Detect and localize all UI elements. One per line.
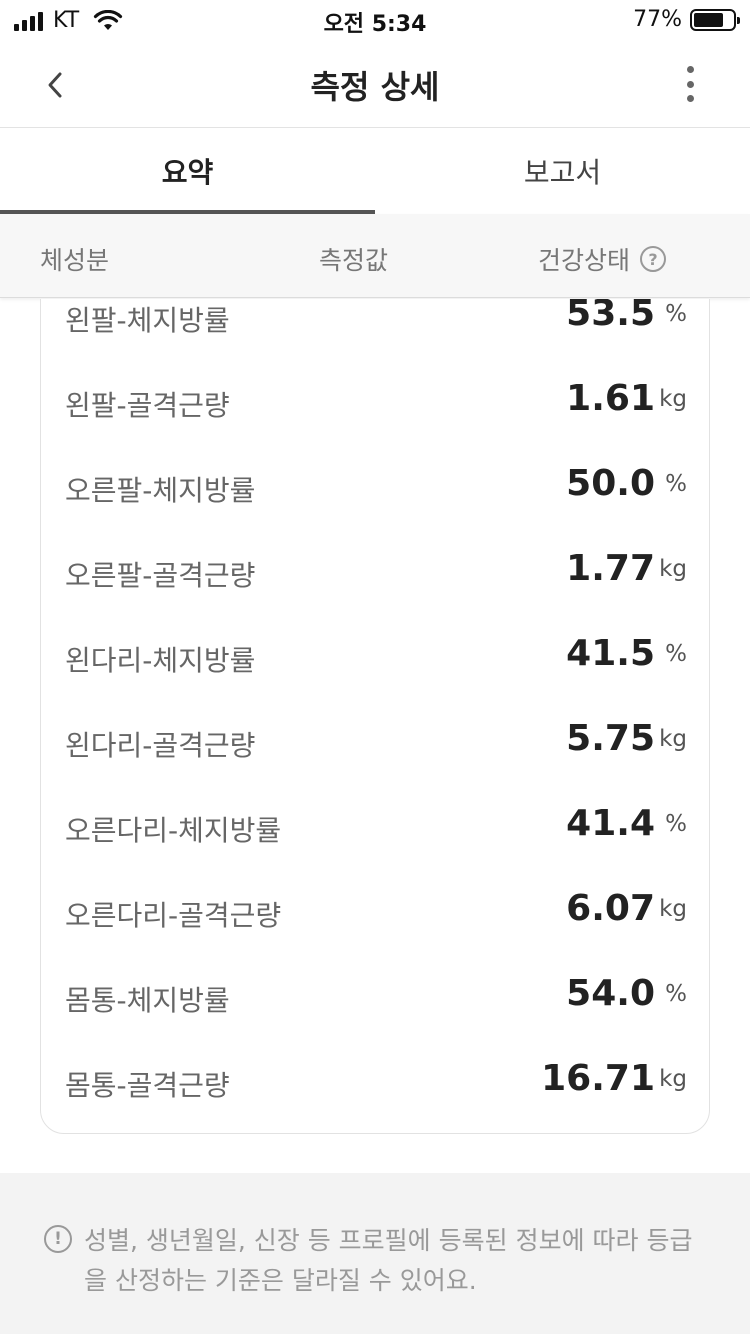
column-header: 체성분 측정값 건강상태 ? <box>0 214 750 298</box>
tab-summary[interactable]: 요약 <box>0 128 375 214</box>
more-dot-icon <box>686 80 694 88</box>
row-value: 41.5 <box>566 633 655 674</box>
row-unit: % <box>665 471 687 497</box>
tab-report[interactable]: 보고서 <box>375 128 750 214</box>
row-label: 오른다리-체지방률 <box>65 814 282 847</box>
battery-icon <box>690 8 740 31</box>
row-unit: % <box>665 641 687 667</box>
row-label: 오른다리-골격근량 <box>65 899 282 932</box>
page-title: 측정 상세 <box>310 68 440 106</box>
row-value: 50.0 <box>566 463 655 504</box>
list-item: 왼팔-체지방률 53.5 % <box>65 299 687 360</box>
row-unit: % <box>665 301 687 327</box>
list-item: 오른다리-체지방률 41.4 % <box>65 785 687 870</box>
row-unit: kg <box>659 1066 687 1092</box>
row-value: 5.75 <box>566 718 655 759</box>
row-value: 53.5 <box>566 299 655 334</box>
notice-box: ! 성별, 생년월일, 신장 등 프로필에 등록된 정보에 따라 등급을 산정하… <box>0 1173 750 1334</box>
row-label: 왼팔-골격근량 <box>65 389 230 422</box>
list-item: 몸통-체지방률 54.0 % <box>65 955 687 1040</box>
row-label: 왼다리-골격근량 <box>65 729 256 762</box>
row-value: 16.71 <box>541 1058 655 1099</box>
row-value: 1.77 <box>566 548 655 589</box>
row-unit: kg <box>659 386 687 412</box>
list-item: 왼팔-골격근량 1.61 kg <box>65 360 687 445</box>
row-label: 왼팔-체지방률 <box>65 304 230 337</box>
row-unit: % <box>665 811 687 837</box>
column-measured-value: 측정값 <box>319 246 389 275</box>
more-dot-icon <box>686 66 694 73</box>
list-item: 왼다리-골격근량 5.75 kg <box>65 700 687 785</box>
column-body-composition: 체성분 <box>40 246 110 275</box>
row-label: 몸통-골격근량 <box>65 1069 230 1102</box>
row-unit: kg <box>659 726 687 752</box>
row-label: 왼다리-체지방률 <box>65 644 256 677</box>
row-value: 54.0 <box>566 973 655 1014</box>
row-label: 오른팔-체지방률 <box>65 474 256 507</box>
column-health-label: 건강상태 <box>538 246 631 275</box>
more-options-button[interactable] <box>670 64 710 104</box>
list-item: 몸통-골격근량 16.71 kg <box>65 1040 687 1125</box>
help-icon[interactable]: ? <box>640 246 667 272</box>
measurement-list[interactable]: 왼팔-체지방률 53.5 % 왼팔-골격근량 1.61 kg 오른팔-체지방률 … <box>0 299 750 1173</box>
row-value: 6.07 <box>566 888 655 929</box>
status-right: 77% <box>633 7 740 32</box>
battery-percent: 77% <box>633 7 682 32</box>
row-label: 몸통-체지방률 <box>65 984 230 1017</box>
list-item: 오른팔-골격근량 1.77 kg <box>65 530 687 615</box>
list-item: 오른다리-골격근량 6.07 kg <box>65 870 687 955</box>
row-unit: kg <box>659 896 687 922</box>
row-value: 1.61 <box>566 378 655 419</box>
info-icon: ! <box>44 1225 72 1253</box>
row-unit: % <box>665 981 687 1007</box>
row-value: 41.4 <box>566 803 655 844</box>
row-unit: kg <box>659 556 687 582</box>
tab-bar: 요약 보고서 <box>0 128 750 214</box>
nav-bar: 측정 상세 <box>0 40 750 128</box>
list-item: 왼다리-체지방률 41.5 % <box>65 615 687 700</box>
notice-text: 성별, 생년월일, 신장 등 프로필에 등록된 정보에 따라 등급을 산정하는 … <box>84 1226 693 1295</box>
list-item: 오른팔-체지방률 50.0 % <box>65 445 687 530</box>
more-dot-icon <box>686 95 694 102</box>
row-label: 오른팔-골격근량 <box>65 559 256 592</box>
column-health-status: 건강상태 ? <box>538 241 667 277</box>
status-bar: KT 오전 5:34 77% <box>0 0 750 40</box>
